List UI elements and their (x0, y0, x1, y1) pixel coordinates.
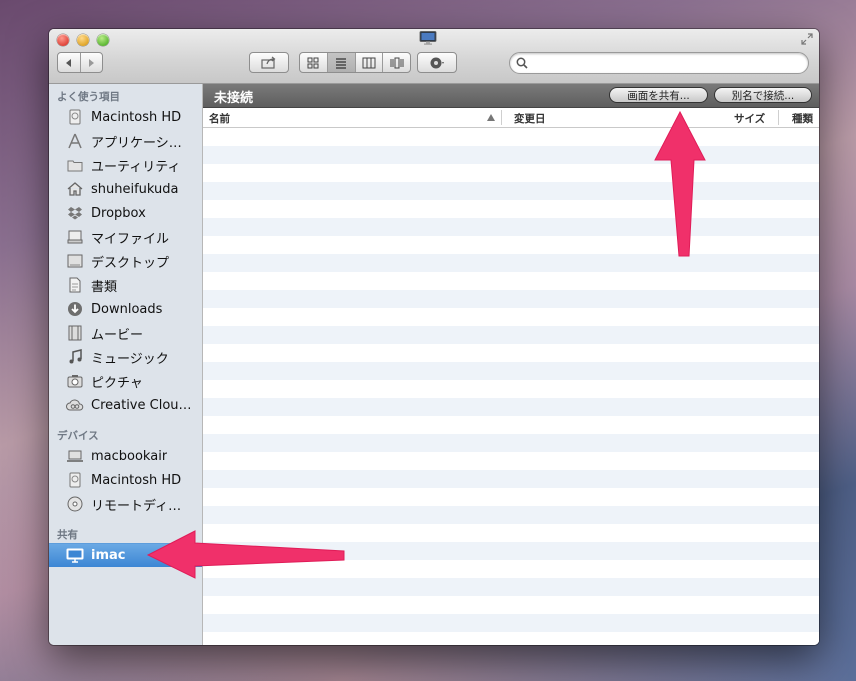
annotation-overlay (146, 110, 706, 579)
annotation-arrow-left (146, 530, 345, 579)
annotation-arrow-up (654, 110, 706, 257)
